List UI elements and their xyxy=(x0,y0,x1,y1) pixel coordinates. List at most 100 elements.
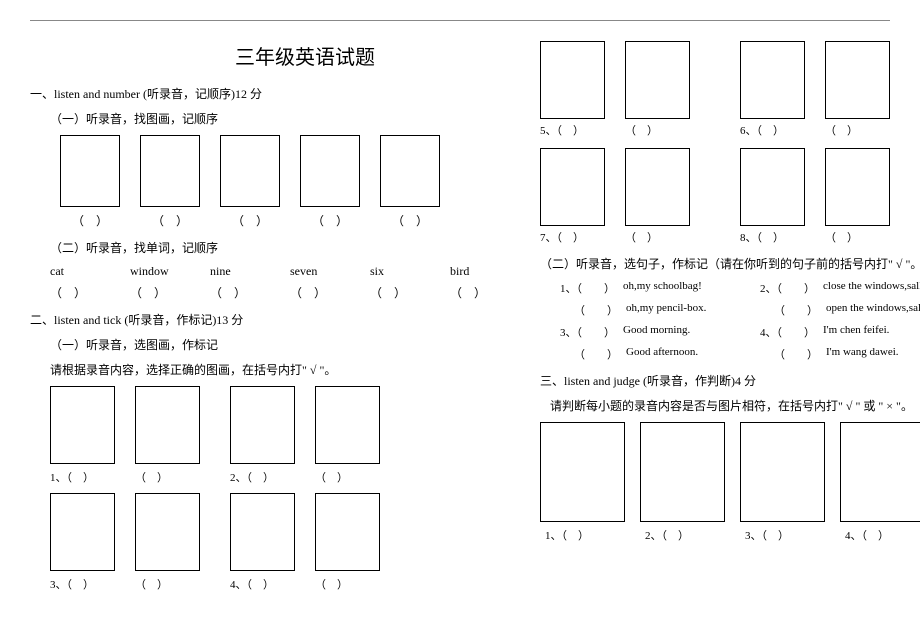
sentence-text: I'm wang dawei. xyxy=(826,346,899,362)
sentence-text: close the windows,sally. xyxy=(823,280,920,296)
pair-block xyxy=(540,41,690,119)
sentence-row1: 1、（ ） oh,my schoolbag! 2、（ ） close the w… xyxy=(560,280,920,296)
label: 3、（ ） xyxy=(50,576,115,592)
image-box xyxy=(625,148,690,226)
section2-sub1: （一）听录音，选图画，作标记 xyxy=(50,336,500,353)
sentence-paren: （ ） xyxy=(774,302,818,318)
page-title: 三年级英语试题 xyxy=(110,41,500,70)
right-row2 xyxy=(540,148,920,226)
sentence-pair: （ ） oh,my pencil-box. xyxy=(560,302,760,318)
sentence-text: Good morning. xyxy=(623,324,690,340)
paren-blank: （ ） xyxy=(60,212,120,229)
paren-blank: （ ） xyxy=(210,284,260,301)
label: 7、（ ） xyxy=(540,229,605,245)
word-item: six xyxy=(370,264,420,279)
paren-blank: （ ） xyxy=(300,212,360,229)
label-pair: 3、（ ） （ ） xyxy=(50,576,200,592)
image-box xyxy=(540,148,605,226)
section3-instruction: 请判断每小题的录音内容是否与图片相符，在括号内打" √ " 或 " × "。 xyxy=(550,397,920,414)
section1-sub2: （二）听录音，找单词，记顺序 xyxy=(50,239,500,256)
pair-block xyxy=(230,386,380,464)
image-box xyxy=(315,386,380,464)
label-pair: 6、（ ） （ ） xyxy=(740,122,890,138)
image-box xyxy=(825,41,890,119)
pair-block xyxy=(230,493,380,571)
label: 2、（ ） xyxy=(230,469,295,485)
judge-labels: 1、（ ） 2、（ ） 3、（ ） 4、（ ） xyxy=(540,527,920,543)
label: 3、（ ） xyxy=(740,527,825,543)
image-box xyxy=(740,41,805,119)
pair-block xyxy=(50,386,200,464)
word-item: bird xyxy=(450,264,500,279)
sentence-paren: （ ） xyxy=(574,302,618,318)
image-box xyxy=(740,148,805,226)
pair-block xyxy=(740,41,890,119)
label: 8、（ ） xyxy=(740,229,805,245)
paren-blank: （ ） xyxy=(450,284,500,301)
word-item: nine xyxy=(210,264,260,279)
section2-labels2: 3、（ ） （ ） 4、（ ） （ ） xyxy=(50,576,500,592)
label: （ ） xyxy=(825,229,890,245)
image-box xyxy=(315,493,380,571)
label: 1、（ ） xyxy=(540,527,625,543)
sentence-num: 2、（ ） xyxy=(760,280,815,296)
section2-labels1: 1、（ ） （ ） 2、（ ） （ ） xyxy=(50,469,500,485)
label: （ ） xyxy=(135,576,200,592)
section2-instruction: 请根据录音内容，选择正确的图画，在括号内打" √ "。 xyxy=(50,361,500,378)
right-row1 xyxy=(540,41,920,119)
image-box xyxy=(220,135,280,207)
paren-blank: （ ） xyxy=(290,284,340,301)
image-box xyxy=(135,386,200,464)
right-labels2: 7、（ ） （ ） 8、（ ） （ ） xyxy=(540,229,920,245)
sentence-pair: 2、（ ） close the windows,sally. xyxy=(760,280,920,296)
label: 6、（ ） xyxy=(740,122,805,138)
image-box xyxy=(135,493,200,571)
sentence-num: 3、（ ） xyxy=(560,324,615,340)
label: （ ） xyxy=(135,469,200,485)
section1-sub1: （一）听录音，找图画，记顺序 xyxy=(50,110,500,127)
pair-block xyxy=(740,148,890,226)
section2-head: 二、listen and tick (听录音，作标记)13 分 xyxy=(30,311,500,328)
label: （ ） xyxy=(625,229,690,245)
sentence-pair: 4、（ ） I'm chen feifei. xyxy=(760,324,920,340)
sentence-pair: （ ） I'm wang dawei. xyxy=(760,346,920,362)
label: 2、（ ） xyxy=(640,527,725,543)
paren-blank: （ ） xyxy=(130,284,180,301)
right-sub2: （二）听录音，选句子，作标记（请在你听到的句子前的括号内打" √ "。 xyxy=(540,255,920,272)
sentence-text: Good afternoon. xyxy=(626,346,698,362)
word-row: cat window nine seven six bird xyxy=(50,264,500,279)
sentence-pair: （ ） open the windows,sally. xyxy=(760,302,920,318)
label-pair: 7、（ ） （ ） xyxy=(540,229,690,245)
image-box xyxy=(840,422,920,522)
image-box xyxy=(300,135,360,207)
image-box xyxy=(625,41,690,119)
label-pair: 5、（ ） （ ） xyxy=(540,122,690,138)
image-box xyxy=(230,386,295,464)
sentence-text: I'm chen feifei. xyxy=(823,324,889,340)
top-divider xyxy=(30,20,890,21)
image-box xyxy=(540,422,625,522)
image-box xyxy=(50,493,115,571)
label-pair: 2、（ ） （ ） xyxy=(230,469,380,485)
sentence-pair: 3、（ ） Good morning. xyxy=(560,324,760,340)
sentence-text: oh,my pencil-box. xyxy=(626,302,706,318)
label: 4、（ ） xyxy=(230,576,295,592)
sentence-row1b: （ ） oh,my pencil-box. （ ） open the windo… xyxy=(560,302,920,318)
left-column: 三年级英语试题 一、listen and number (听录音，记顺序)12 … xyxy=(30,41,500,600)
right-column: 5、（ ） （ ） 6、（ ） （ ） xyxy=(540,41,920,600)
sentence-row2: 3、（ ） Good morning. 4、（ ） I'm chen feife… xyxy=(560,324,920,340)
pair-block xyxy=(540,148,690,226)
word-item: window xyxy=(130,264,180,279)
image-box xyxy=(540,41,605,119)
sentence-paren: （ ） xyxy=(574,346,618,362)
label-pair: 1、（ ） （ ） xyxy=(50,469,200,485)
sentence-paren: （ ） xyxy=(774,346,818,362)
label: 5、（ ） xyxy=(540,122,605,138)
section1-head: 一、listen and number (听录音，记顺序)12 分 xyxy=(30,85,500,102)
image-box xyxy=(380,135,440,207)
label: 1、（ ） xyxy=(50,469,115,485)
word-item: seven xyxy=(290,264,340,279)
judge-boxes xyxy=(540,422,920,522)
paren-blank: （ ） xyxy=(380,212,440,229)
paren-blank: （ ） xyxy=(220,212,280,229)
